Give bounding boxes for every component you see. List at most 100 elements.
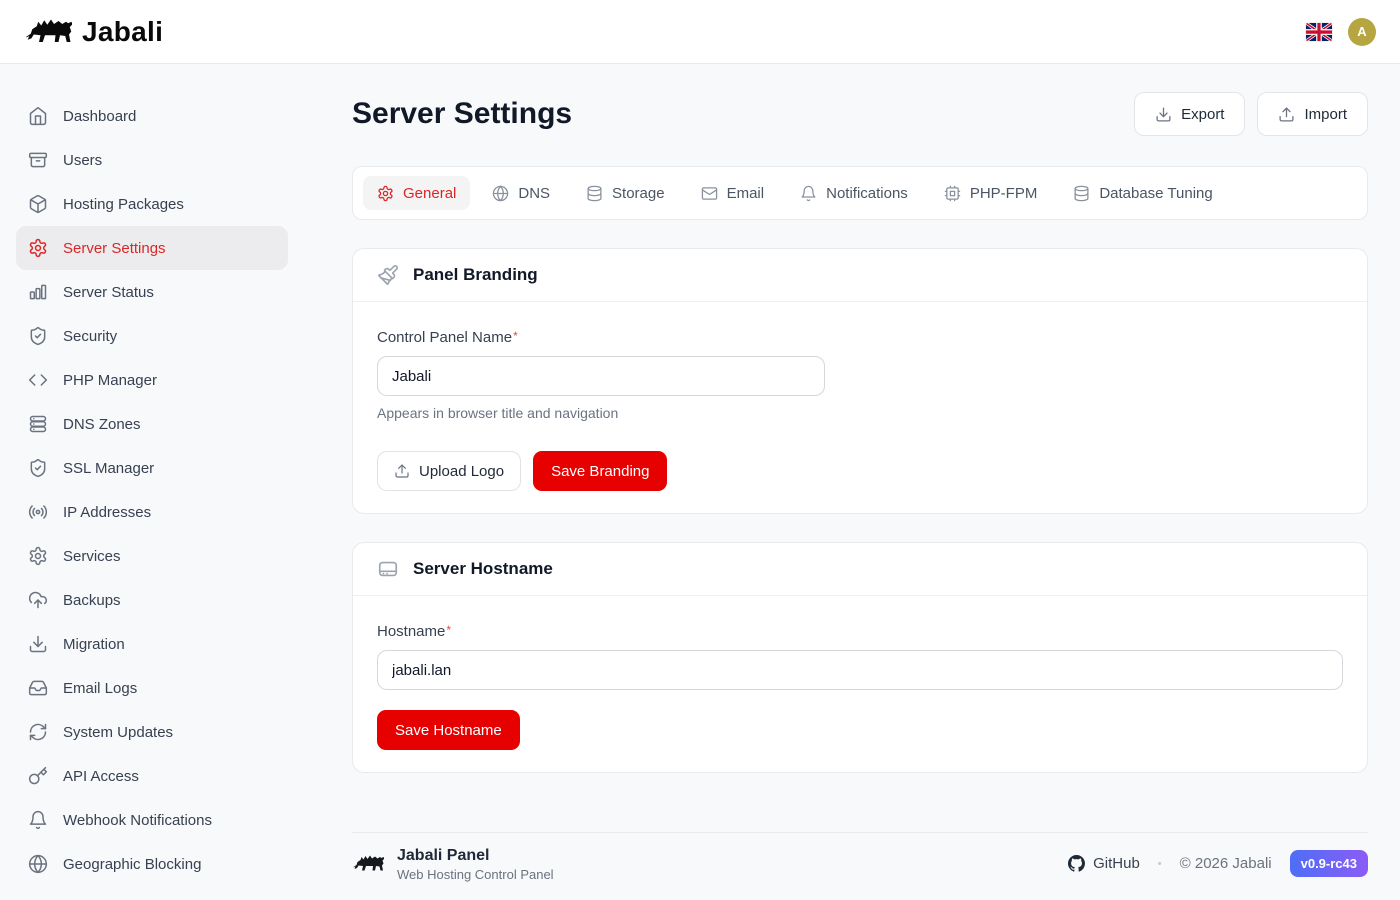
- github-label: GitHub: [1093, 855, 1140, 872]
- settings-tab[interactable]: Notifications: [786, 176, 922, 210]
- tab-label: DNS: [518, 185, 550, 202]
- tab-icon: [1073, 185, 1090, 202]
- sidebar-item-icon: [28, 238, 48, 258]
- sidebar-item[interactable]: PHP Manager: [16, 358, 288, 402]
- dot-separator: •: [1158, 858, 1162, 870]
- sidebar-item[interactable]: Webhook Notifications: [16, 798, 288, 842]
- sidebar-item[interactable]: Server Status: [16, 270, 288, 314]
- app-header: Jabali A: [0, 0, 1400, 64]
- brand-name: Jabali: [82, 16, 163, 48]
- server-hostname-title: Server Hostname: [413, 559, 553, 579]
- sidebar-item-icon: [28, 678, 48, 698]
- version-badge: v0.9-rc43: [1290, 850, 1368, 877]
- sidebar-item[interactable]: System Updates: [16, 710, 288, 754]
- settings-tab[interactable]: PHP-FPM: [930, 176, 1052, 210]
- settings-tab[interactable]: Email: [687, 176, 779, 210]
- hard-drive-icon: [377, 558, 399, 580]
- settings-tab[interactable]: Storage: [572, 176, 679, 210]
- hostname-label: Hostname*: [377, 623, 451, 640]
- sidebar-item-icon: [28, 194, 48, 214]
- control-panel-name-helper: Appears in browser title and navigation: [377, 405, 1343, 421]
- paintbrush-icon: [377, 264, 399, 286]
- tab-icon: [492, 185, 509, 202]
- sidebar-item[interactable]: Migration: [16, 622, 288, 666]
- boar-logo-icon: [24, 15, 72, 49]
- import-button-label: Import: [1304, 106, 1347, 123]
- panel-branding-card: Panel Branding Control Panel Name* Appea…: [352, 248, 1368, 514]
- layout: Dashboard Users Hosting Packages Server …: [0, 64, 1400, 900]
- import-button[interactable]: Import: [1257, 92, 1368, 136]
- avatar[interactable]: A: [1348, 18, 1376, 46]
- export-button[interactable]: Export: [1134, 92, 1245, 136]
- sidebar-item[interactable]: Email Logs: [16, 666, 288, 710]
- required-mark: *: [513, 329, 518, 343]
- sidebar-item-icon: [28, 106, 48, 126]
- tab-icon: [944, 185, 961, 202]
- sidebar-item[interactable]: Hosting Packages: [16, 182, 288, 226]
- branding-buttons: Upload Logo Save Branding: [377, 451, 1343, 491]
- github-link[interactable]: GitHub: [1068, 855, 1140, 872]
- sidebar-item-label: Server Status: [63, 284, 154, 301]
- sidebar-item-icon: [28, 414, 48, 434]
- panel-branding-title: Panel Branding: [413, 265, 538, 285]
- copyright: © 2026 Jabali: [1180, 855, 1272, 872]
- save-hostname-button[interactable]: Save Hostname: [377, 710, 520, 750]
- footer-brand-block: Jabali Panel Web Hosting Control Panel: [352, 846, 554, 882]
- sidebar-item-icon: [28, 634, 48, 654]
- footer: Jabali Panel Web Hosting Control Panel G…: [352, 832, 1368, 900]
- sidebar-item[interactable]: Security: [16, 314, 288, 358]
- save-branding-button[interactable]: Save Branding: [533, 451, 667, 491]
- sidebar-item-label: Backups: [63, 592, 121, 609]
- sidebar-item[interactable]: DNS Zones: [16, 402, 288, 446]
- upload-icon: [394, 463, 410, 479]
- title-row: Server Settings Export Import: [352, 92, 1368, 136]
- upload-logo-button[interactable]: Upload Logo: [377, 451, 521, 491]
- tab-icon: [377, 185, 394, 202]
- sidebar-item-icon: [28, 854, 48, 874]
- tab-label: PHP-FPM: [970, 185, 1038, 202]
- required-mark: *: [446, 623, 451, 637]
- sidebar-item-label: Webhook Notifications: [63, 812, 212, 829]
- control-panel-name-label: Control Panel Name*: [377, 329, 518, 346]
- sidebar-item[interactable]: API Access: [16, 754, 288, 798]
- control-panel-name-input[interactable]: [377, 356, 825, 396]
- sidebar-item-label: Security: [63, 328, 117, 345]
- sidebar-item-icon: [28, 282, 48, 302]
- settings-tab[interactable]: DNS: [478, 176, 564, 210]
- server-hostname-header: Server Hostname: [353, 543, 1367, 596]
- footer-brand-name: Jabali Panel: [397, 846, 554, 865]
- upload-logo-label: Upload Logo: [419, 463, 504, 480]
- sidebar-item[interactable]: Backups: [16, 578, 288, 622]
- sidebar-item-icon: [28, 590, 48, 610]
- sidebar-item[interactable]: IP Addresses: [16, 490, 288, 534]
- tab-icon: [701, 185, 718, 202]
- sidebar-item-label: Server Settings: [63, 240, 166, 257]
- sidebar-item[interactable]: Services: [16, 534, 288, 578]
- sidebar-item[interactable]: SSL Manager: [16, 446, 288, 490]
- sidebar-item-icon: [28, 546, 48, 566]
- github-icon: [1068, 855, 1085, 872]
- sidebar-item-label: Users: [63, 152, 102, 169]
- upload-icon: [1278, 106, 1295, 123]
- export-button-label: Export: [1181, 106, 1224, 123]
- sidebar-item-icon: [28, 326, 48, 346]
- sidebar-item[interactable]: Dashboard: [16, 94, 288, 138]
- sidebar-item-label: Hosting Packages: [63, 196, 184, 213]
- sidebar-item-icon: [28, 502, 48, 522]
- tab-label: Database Tuning: [1099, 185, 1212, 202]
- tab-label: Notifications: [826, 185, 908, 202]
- brand[interactable]: Jabali: [24, 15, 163, 49]
- settings-tab[interactable]: Database Tuning: [1059, 176, 1226, 210]
- sidebar: Dashboard Users Hosting Packages Server …: [0, 64, 320, 900]
- settings-tab[interactable]: General: [363, 176, 470, 210]
- hostname-buttons: Save Hostname: [377, 710, 1343, 750]
- sidebar-item-icon: [28, 150, 48, 170]
- tab-label: Email: [727, 185, 765, 202]
- sidebar-item[interactable]: Server Settings: [16, 226, 288, 270]
- sidebar-item-icon: [28, 766, 48, 786]
- hostname-input[interactable]: [377, 650, 1343, 690]
- sidebar-item[interactable]: Users: [16, 138, 288, 182]
- language-flag-icon[interactable]: [1306, 23, 1332, 41]
- sidebar-item[interactable]: Geographic Blocking: [16, 842, 288, 886]
- sidebar-item-label: PHP Manager: [63, 372, 157, 389]
